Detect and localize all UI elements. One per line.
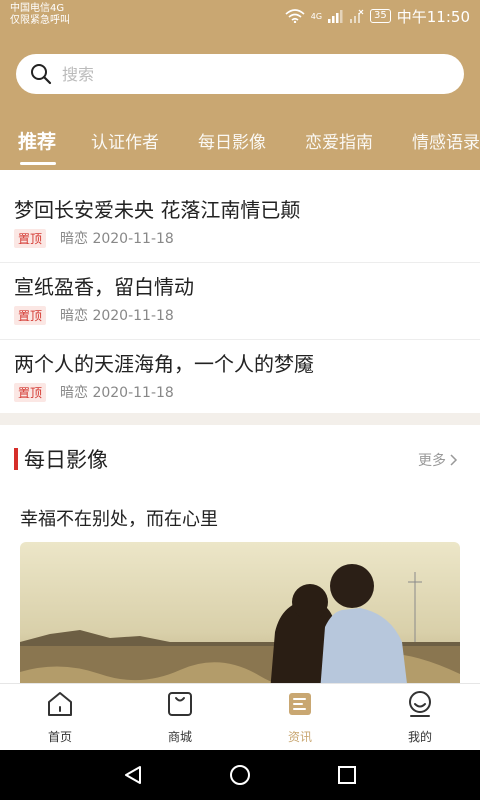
nav-label: 商城 — [167, 730, 192, 744]
signal-icon — [328, 10, 343, 23]
carrier-info: 中国电信4G 仅限紧急呼叫 — [10, 3, 70, 27]
pinned-badge: 置顶 — [14, 228, 47, 248]
active-tab-indicator — [20, 162, 56, 165]
section-accent-bar — [14, 448, 18, 470]
article-meta: 置顶 暗恋 2020-11-18 — [14, 305, 466, 325]
home-icon — [48, 692, 72, 716]
nav-label: 资讯 — [287, 730, 312, 744]
nav-label: 首页 — [47, 730, 72, 744]
header: 中国电信4G 仅限紧急呼叫 4G 35 中午11:50 搜索 推荐 认证作者 每… — [0, 0, 480, 170]
list-item[interactable]: 宣纸盈香，留白情动 置顶 暗恋 2020-11-18 — [0, 263, 480, 340]
article-title: 梦回长安爱未央 花落江南情已颠 — [14, 198, 301, 222]
daily-image-caption[interactable]: 幸福不在别处，而在心里 — [20, 505, 218, 531]
pinned-badge: 置顶 — [14, 305, 47, 325]
pinned-badge: 置顶 — [14, 382, 47, 402]
carrier-name: 中国电信4G — [10, 3, 65, 14]
nav-news[interactable]: 资讯 — [240, 684, 360, 751]
nav-label: 我的 — [407, 730, 432, 744]
list-item[interactable]: 梦回长安爱未央 花落江南情已颠 置顶 暗恋 2020-11-18 — [0, 186, 480, 263]
nav-profile[interactable]: 我的 — [360, 684, 480, 751]
back-icon[interactable] — [122, 764, 144, 786]
recent-apps-icon[interactable] — [336, 764, 358, 786]
nav-mall[interactable]: 商城 — [120, 684, 240, 751]
article-title: 宣纸盈香，留白情动 — [14, 275, 194, 299]
network-type: 4G — [310, 11, 323, 21]
shopping-bag-icon — [168, 692, 192, 716]
search-bar[interactable] — [16, 54, 464, 94]
daily-photo[interactable] — [20, 542, 460, 692]
news-icon — [289, 693, 311, 715]
home-button-icon[interactable] — [229, 764, 251, 786]
article-meta: 置顶 暗恋 2020-11-18 — [14, 228, 466, 248]
battery-indicator: 35 — [370, 9, 391, 23]
tab-love-guide[interactable]: 恋爱指南 — [305, 128, 373, 153]
article-list: 梦回长安爱未央 花落江南情已颠 置顶 暗恋 2020-11-18 宣纸盈香，留白… — [0, 186, 480, 417]
tab-emotional-quotes[interactable]: 情感语录 — [412, 128, 480, 153]
article-meta: 置顶 暗恋 2020-11-18 — [14, 382, 466, 402]
tab-recommend[interactable]: 推荐 — [18, 127, 56, 154]
article-title: 两个人的天涯海角，一个人的梦魇 — [14, 352, 314, 376]
status-icons: 4G 35 中午11:50 — [285, 6, 470, 26]
search-icon — [31, 64, 52, 85]
category-tabs: 推荐 认证作者 每日影像 恋爱指南 情感语录 — [0, 118, 480, 170]
clock: 中午11:50 — [396, 7, 470, 26]
article-category-date: 暗恋 2020-11-18 — [60, 231, 174, 247]
search-input[interactable] — [62, 64, 422, 84]
daily-images-header: 每日影像 更多 — [0, 440, 480, 480]
article-category-date: 暗恋 2020-11-18 — [60, 385, 174, 401]
bottom-navigation: 首页 商城 资讯 我的 — [0, 683, 480, 750]
system-navigation-bar — [0, 750, 480, 800]
wifi-icon — [285, 9, 305, 23]
tab-daily-images[interactable]: 每日影像 — [198, 128, 266, 153]
list-item[interactable]: 两个人的天涯海角，一个人的梦魇 置顶 暗恋 2020-11-18 — [0, 340, 480, 417]
no-signal-icon — [350, 9, 364, 23]
tab-certified-authors[interactable]: 认证作者 — [91, 128, 159, 153]
couple-photo-image — [20, 542, 460, 692]
nav-home[interactable]: 首页 — [0, 684, 120, 751]
article-category-date: 暗恋 2020-11-18 — [60, 308, 174, 324]
section-divider — [0, 413, 480, 425]
profile-icon — [409, 691, 431, 717]
status-bar: 中国电信4G 仅限紧急呼叫 4G 35 中午11:50 — [0, 0, 480, 32]
app-screen: 中国电信4G 仅限紧急呼叫 4G 35 中午11:50 搜索 推荐 认证作者 每… — [0, 0, 480, 800]
more-link[interactable]: 更多 — [418, 450, 458, 470]
more-label: 更多 — [418, 453, 446, 469]
chevron-right-icon — [450, 454, 458, 466]
emergency-only: 仅限紧急呼叫 — [10, 15, 70, 26]
section-title: 每日影像 — [24, 448, 108, 472]
